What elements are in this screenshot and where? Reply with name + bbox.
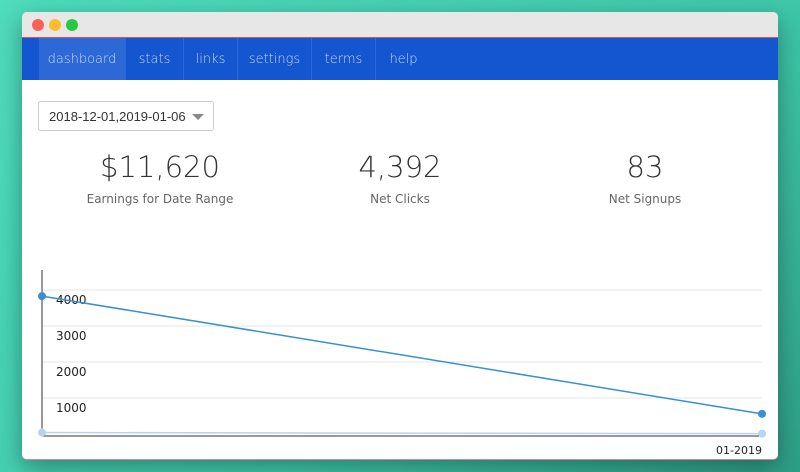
y-tick-label: 2000 [56,365,87,379]
y-tick-label: 4000 [56,293,87,307]
line-chart: 1000 2000 3000 4000 01-2019 [38,270,766,457]
app-window: dashboard stats links settings terms hel… [22,12,778,460]
series-line [41,431,763,435]
data-point [758,429,766,438]
series-line [41,295,763,415]
data-point [38,428,46,437]
data-point [758,409,766,418]
x-tick-label: 01-2019 [716,444,762,457]
y-tick-label: 3000 [56,329,87,343]
data-point [38,292,46,301]
y-tick-label: 1000 [56,401,87,415]
